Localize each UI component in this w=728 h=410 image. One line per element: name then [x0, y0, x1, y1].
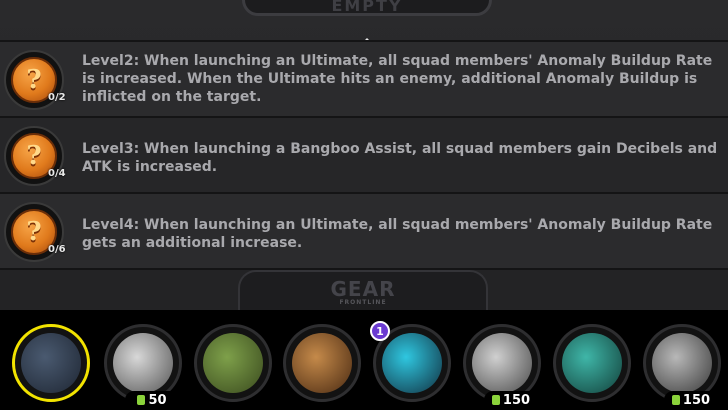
- denny-icon: [671, 395, 680, 405]
- green-bangboo-icon: [203, 333, 263, 393]
- teal-bangboo-icon: [562, 333, 622, 393]
- bonus-row: ? 0/2 Level2: When launching an Ultimate…: [0, 40, 728, 116]
- price-value: 150: [502, 392, 531, 408]
- rank-badge: 1: [370, 321, 390, 341]
- slot-blue-bangboo[interactable]: 1: [370, 321, 451, 402]
- bonus-panel: EMPTY ? 0/2 Level2: When launching an Ul…: [0, 0, 728, 312]
- price-value: 150: [682, 392, 711, 408]
- header-tab[interactable]: EMPTY: [242, 0, 492, 16]
- paper-bangboo-icon: [472, 333, 532, 393]
- price-badge: 50: [125, 391, 179, 409]
- bonus-progress: 0/2: [48, 92, 66, 103]
- bonus-row: ? 0/6 Level4: When launching an Ultimate…: [0, 192, 728, 268]
- bonus-progress: 0/6: [48, 244, 66, 255]
- slot-brown-bangboo[interactable]: [283, 324, 361, 402]
- gear-logo-text: GEAR: [330, 276, 396, 301]
- price-value: 50: [148, 392, 167, 408]
- squad-bangboo-icon: [21, 333, 81, 393]
- slot-green-bangboo[interactable]: [194, 324, 272, 402]
- price-badge: 150: [664, 391, 718, 409]
- bonus-description: Level3: When launching a Bangboo Assist,…: [82, 141, 718, 175]
- gear-logo: GEAR FRONTLINE: [238, 270, 488, 312]
- bonus-description: Level4: When launching an Ultimate, all …: [82, 217, 713, 251]
- slot-paper-bangboo[interactable]: 150: [463, 324, 541, 409]
- footer-strip: GEAR FRONTLINE: [0, 268, 728, 312]
- slot-teal-bangboo[interactable]: [553, 324, 631, 402]
- price-badge: 150: [484, 391, 538, 409]
- question-medal-icon: ? 0/6: [4, 202, 66, 262]
- brown-bangboo-icon: [292, 333, 352, 393]
- denny-icon: [491, 395, 500, 405]
- slot-squad-bangboo[interactable]: [12, 324, 90, 402]
- gray-bangboo-icon: [652, 333, 712, 393]
- bonus-description: Level2: When launching an Ultimate, all …: [82, 53, 713, 105]
- bonus-progress: 0/4: [48, 168, 66, 179]
- question-medal-icon: ? 0/2: [4, 50, 66, 110]
- bangboo-selector-bar: 50 1 150 150: [0, 310, 728, 410]
- bonus-row: ? 0/4 Level3: When launching a Bangboo A…: [0, 116, 728, 192]
- denny-icon: [137, 395, 146, 405]
- slot-gray-bangboo[interactable]: 150: [643, 324, 721, 409]
- gear-logo-sub: FRONTLINE: [339, 298, 387, 306]
- silver-bangboo-icon: [113, 333, 173, 393]
- slot-silver-bangboo[interactable]: 50: [104, 324, 182, 409]
- blue-bangboo-icon: [382, 333, 442, 393]
- question-medal-icon: ? 0/4: [4, 126, 66, 186]
- header-tab-label: EMPTY: [331, 0, 403, 15]
